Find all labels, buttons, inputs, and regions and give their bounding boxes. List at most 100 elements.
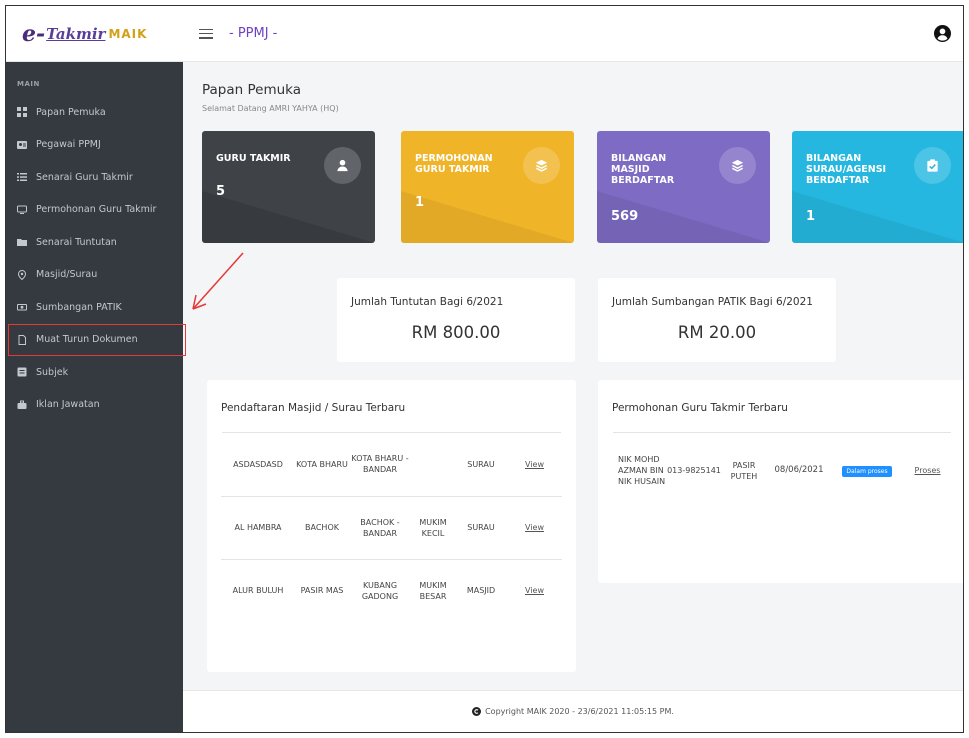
layers-icon bbox=[523, 147, 560, 184]
cell-mukim: MUKIM BESAR bbox=[419, 580, 447, 601]
cell-type: SURAU bbox=[467, 523, 495, 532]
guru-table: NIK MOHD AZMAN BIN NIK HUSAIN 013-982514… bbox=[612, 433, 953, 508]
user-icon bbox=[324, 147, 361, 184]
sidebar-item-label: Senarai Tuntutan bbox=[36, 236, 117, 248]
logo[interactable]: e- Takmir MAIK bbox=[6, 6, 183, 62]
card-label: GURU TAKMIR bbox=[216, 153, 291, 164]
sidebar-item-label: Senarai Guru Takmir bbox=[36, 171, 133, 183]
sidebar-item-label: Permohonan Guru Takmir bbox=[36, 204, 157, 216]
logo-e: e- bbox=[22, 20, 46, 47]
card-label: BILANGAN MASJID BERDAFTAR bbox=[611, 153, 675, 186]
panel-title: Pendaftaran Masjid / Surau Terbaru bbox=[221, 402, 406, 414]
summary-value: RM 20.00 bbox=[677, 323, 757, 342]
document-icon bbox=[17, 334, 27, 345]
panel-title: Permohonan Guru Takmir Terbaru bbox=[612, 402, 788, 414]
main-content: Papan Pemuka Selamat Datang AMRI YAHYA (… bbox=[183, 62, 963, 732]
sidebar-section-label: MAIN bbox=[17, 80, 40, 88]
cell-mukim bbox=[411, 433, 455, 496]
card-bilangan-surau[interactable]: BILANGAN SURAU/AGENSI BERDAFTAR 1 bbox=[792, 131, 963, 243]
table-row: AL HAMBRA BACHOK BACHOK - BANDAR MUKIM K… bbox=[221, 496, 562, 559]
book-icon bbox=[17, 367, 27, 377]
summary-value: RM 800.00 bbox=[411, 323, 501, 342]
welcome-text: Selamat Datang AMRI YAHYA (HQ) bbox=[202, 104, 339, 113]
view-link[interactable]: View bbox=[525, 523, 544, 532]
summary-title: Jumlah Sumbangan PATIK Bagi 6/2021 bbox=[612, 296, 813, 308]
sidebar-item-subjek[interactable]: Subjek bbox=[6, 356, 183, 389]
sidebar-item-label: Pegawai PPMJ bbox=[36, 139, 101, 151]
sidebar-item-permohonan-guru-takmir[interactable]: Permohonan Guru Takmir bbox=[6, 194, 183, 227]
sidebar-item-senarai-tuntutan[interactable]: Senarai Tuntutan bbox=[6, 226, 183, 259]
footer-text: Copyright MAIK 2020 - 23/6/2021 11:05:15… bbox=[485, 707, 674, 716]
sidebar-item-iklan-jawatan[interactable]: Iklan Jawatan bbox=[6, 389, 183, 422]
masjid-table: ASDASDASD KOTA BHARU KOTA BHARU - BANDAR… bbox=[221, 433, 562, 622]
sidebar-item-pegawai-ppmj[interactable]: Pegawai PPMJ bbox=[6, 129, 183, 162]
card-label: PERMOHONAN GURU TAKMIR bbox=[415, 153, 493, 175]
layers-icon bbox=[719, 147, 756, 184]
app-title: - PPMJ - bbox=[229, 26, 278, 41]
list-icon bbox=[17, 172, 27, 182]
cell-date: 08/06/2021 bbox=[774, 465, 824, 475]
sidebar: e- Takmir MAIK MAIN Papan Pemuka Pegawai P… bbox=[6, 6, 186, 732]
cell-name: NIK MOHD AZMAN BIN NIK HUSAIN bbox=[618, 455, 666, 486]
logo-takmir: Takmir bbox=[46, 24, 106, 43]
app-window: e- Takmir MAIK MAIN Papan Pemuka Pegawai P… bbox=[5, 5, 964, 733]
sidebar-menu: Papan Pemuka Pegawai PPMJ Senarai Guru T… bbox=[6, 96, 186, 422]
cell-district: KOTA BHARU bbox=[296, 459, 348, 469]
card-label: BILANGAN SURAU/AGENSI BERDAFTAR bbox=[806, 153, 887, 186]
table-row: NIK MOHD AZMAN BIN NIK HUSAIN 013-982514… bbox=[612, 433, 953, 508]
user-account-icon[interactable] bbox=[934, 25, 951, 42]
user-card-icon bbox=[17, 140, 27, 150]
sidebar-item-label: Iklan Jawatan bbox=[36, 399, 100, 411]
sidebar-item-muat-turun-dokumen[interactable]: Muat Turun Dokumen bbox=[8, 323, 186, 356]
page-title: Papan Pemuka bbox=[202, 82, 302, 98]
summary-tuntutan: Jumlah Tuntutan Bagi 6/2021 RM 800.00 bbox=[337, 278, 575, 362]
proses-link[interactable]: Proses bbox=[915, 466, 941, 475]
menu-toggle-icon[interactable] bbox=[199, 28, 213, 39]
summary-title: Jumlah Tuntutan Bagi 6/2021 bbox=[351, 296, 504, 308]
sidebar-item-label: Muat Turun Dokumen bbox=[36, 334, 138, 346]
sidebar-item-label: Subjek bbox=[36, 366, 69, 378]
logo-maik: MAIK bbox=[108, 26, 148, 41]
card-guru-takmir[interactable]: GURU TAKMIR 5 bbox=[202, 131, 375, 243]
sidebar-item-masjid-surau[interactable]: Masjid/Surau bbox=[6, 259, 183, 292]
topbar: - PPMJ - bbox=[183, 6, 963, 62]
cell-district: PASIR PUTEH bbox=[730, 460, 758, 481]
status-badge: Dalam proses bbox=[842, 465, 892, 477]
cell-type: MASJID bbox=[466, 586, 496, 596]
cell-district: BACHOK bbox=[305, 523, 339, 532]
dashboard-icon bbox=[17, 107, 27, 118]
cell-district: PASIR MAS bbox=[300, 586, 344, 596]
card-bilangan-masjid[interactable]: BILANGAN MASJID BERDAFTAR 569 bbox=[597, 131, 770, 243]
folder-icon bbox=[17, 237, 27, 247]
cell-phone: 013-9825141 bbox=[667, 466, 721, 475]
copyright-icon bbox=[472, 707, 482, 716]
panel-permohonan-guru: Permohonan Guru Takmir Terbaru NIK MOHD … bbox=[598, 380, 963, 583]
sidebar-item-papan-pemuka[interactable]: Papan Pemuka bbox=[6, 96, 183, 129]
sidebar-item-label: Papan Pemuka bbox=[36, 106, 106, 118]
sidebar-item-label: Sumbangan PATIK bbox=[36, 301, 122, 313]
sidebar-item-label: Masjid/Surau bbox=[36, 269, 98, 281]
location-icon bbox=[17, 269, 27, 280]
panel-pendaftaran-masjid: Pendaftaran Masjid / Surau Terbaru ASDAS… bbox=[207, 380, 576, 672]
cell-area: BACHOK - BANDAR bbox=[360, 517, 400, 538]
cell-area: KUBANG GADONG bbox=[361, 580, 399, 601]
card-value: 569 bbox=[611, 209, 639, 224]
sidebar-item-senarai-guru-takmir[interactable]: Senarai Guru Takmir bbox=[6, 161, 183, 194]
view-link[interactable]: View bbox=[525, 460, 544, 469]
cell-name: AL HAMBRA bbox=[234, 523, 282, 532]
footer: Copyright MAIK 2020 - 23/6/2021 11:05:15… bbox=[183, 690, 963, 732]
card-value: 1 bbox=[806, 209, 816, 224]
card-value: 1 bbox=[415, 195, 425, 210]
table-row: ALUR BULUH PASIR MAS KUBANG GADONG MUKIM… bbox=[221, 559, 562, 622]
card-permohonan-guru-takmir[interactable]: PERMOHONAN GURU TAKMIR 1 bbox=[401, 131, 574, 243]
card-value: 5 bbox=[216, 184, 226, 199]
monitor-icon bbox=[17, 205, 27, 215]
cell-type: SURAU bbox=[467, 459, 495, 469]
clipboard-check-icon bbox=[914, 147, 951, 184]
table-row: ASDASDASD KOTA BHARU KOTA BHARU - BANDAR… bbox=[221, 433, 562, 496]
cell-name: ALUR BULUH bbox=[232, 586, 284, 596]
cell-area: KOTA BHARU - BANDAR bbox=[351, 454, 409, 475]
money-icon bbox=[17, 302, 27, 312]
sidebar-item-sumbangan-patik[interactable]: Sumbangan PATIK bbox=[6, 291, 183, 324]
view-link[interactable]: View bbox=[525, 586, 544, 595]
